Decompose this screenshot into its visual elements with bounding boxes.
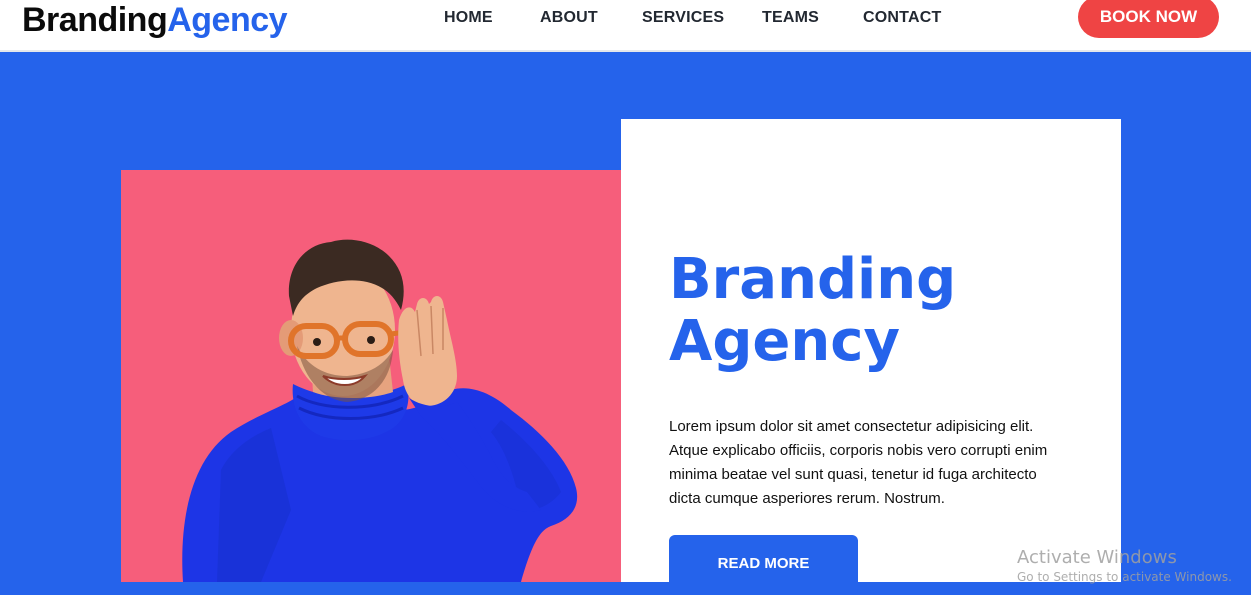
person-listening-image — [182, 239, 578, 582]
nav-home[interactable]: HOME — [444, 0, 493, 36]
hero-description: Lorem ipsum dolor sit amet consectetur a… — [669, 418, 1048, 507]
hero-title: Branding Agency — [669, 249, 1089, 373]
watermark-title: Activate Windows — [1017, 547, 1177, 568]
brand-logo-part1: Branding — [22, 1, 168, 39]
nav-contact[interactable]: CONTACT — [863, 0, 941, 36]
navbar: BrandingAgency HOME ABOUT SERVICES TEAMS… — [0, 0, 1251, 52]
nav-services[interactable]: SERVICES — [642, 0, 724, 36]
hero-image-panel — [121, 170, 621, 582]
hero-section: Branding Agency Lorem ipsum dolor sit am… — [0, 53, 1251, 595]
read-more-button[interactable]: READ MORE — [669, 535, 858, 595]
windows-activation-watermark: Activate Windows Go to Settings to activ… — [1017, 547, 1232, 585]
brand-logo[interactable]: BrandingAgency — [22, 0, 288, 40]
hero-content-card: Branding Agency Lorem ipsum dolor sit am… — [621, 119, 1121, 595]
watermark-subtitle: Go to Settings to activate Windows. — [1017, 570, 1232, 584]
hero-title-line2: Agency — [669, 309, 900, 374]
hero-title-line1: Branding — [669, 247, 957, 312]
nav-about[interactable]: ABOUT — [540, 0, 598, 36]
book-now-button[interactable]: BOOK NOW — [1078, 0, 1219, 38]
nav-teams[interactable]: TEAMS — [762, 0, 819, 36]
brand-logo-part2: Agency — [167, 1, 288, 39]
